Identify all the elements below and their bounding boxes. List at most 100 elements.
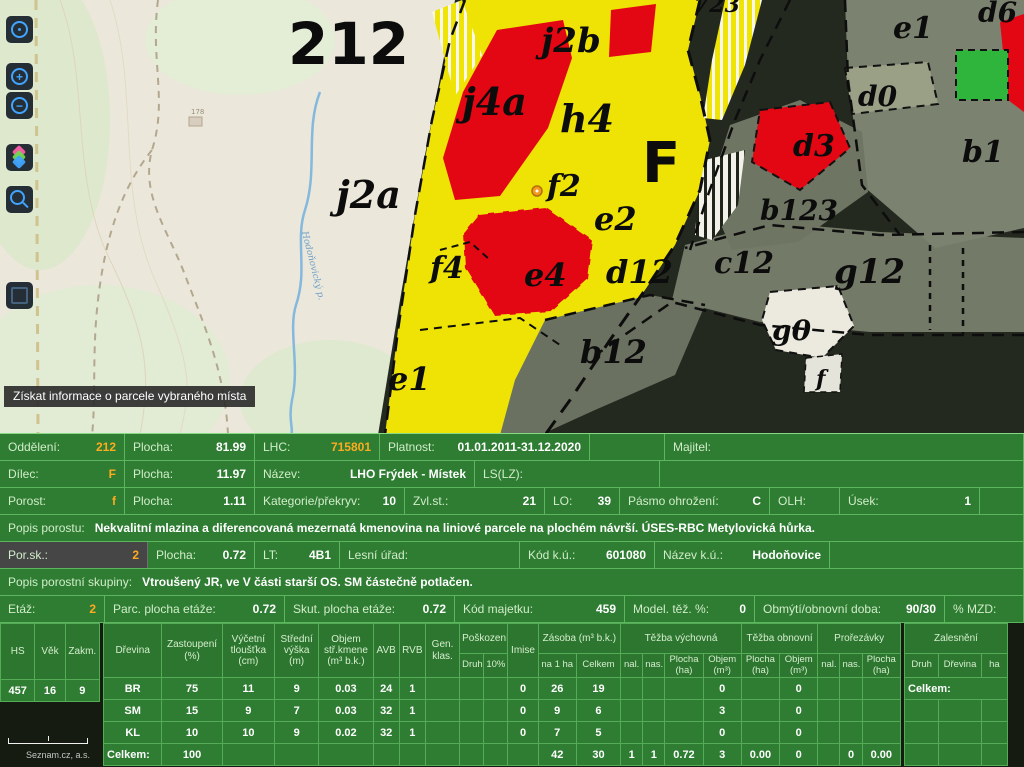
stand-tables: HS Věk Zakm. 457169 Dřevina Zastoupení (… bbox=[0, 623, 1024, 766]
panel-toggle-button[interactable] bbox=[6, 282, 33, 309]
table-cell bbox=[741, 678, 779, 700]
table-cell: SM bbox=[104, 700, 162, 722]
table-cell bbox=[905, 700, 939, 722]
table-cell: 0 bbox=[703, 678, 741, 700]
table-cell bbox=[643, 722, 665, 744]
table-cell bbox=[862, 700, 900, 722]
stand-label: d6 bbox=[978, 0, 1017, 29]
table-cell: 11 bbox=[222, 678, 274, 700]
table-cell: 3 bbox=[703, 700, 741, 722]
table-cell: 75 bbox=[162, 678, 222, 700]
species-table: Dřevina Zastoupení (%) Výčetní tloušťka … bbox=[103, 623, 901, 766]
table-cell: 3 bbox=[703, 744, 741, 766]
col-nal: nal. bbox=[621, 654, 643, 678]
field-lo: LO:39 bbox=[545, 488, 620, 514]
field-olh: OLH: bbox=[770, 488, 840, 514]
stand-label: j4a bbox=[455, 79, 527, 124]
table-cell: 0 bbox=[780, 722, 818, 744]
field-mzd: % MZD: bbox=[945, 596, 1024, 622]
col-hs: HS bbox=[1, 624, 35, 680]
table-cell bbox=[840, 722, 862, 744]
field-platnost: Platnost:01.01.2011-31.12.2020 bbox=[380, 434, 590, 460]
table-cell: 1 bbox=[643, 744, 665, 766]
stand-label: b12 bbox=[580, 333, 647, 371]
col-objem-m3: Objem (m³) bbox=[780, 654, 818, 678]
stand-label: b1 bbox=[962, 135, 1004, 170]
field-obmyti: Obmýtí/obnovní doba:90/30 bbox=[755, 596, 945, 622]
table-cell: KL bbox=[104, 722, 162, 744]
table-cell bbox=[460, 722, 484, 744]
stand-label: d12 bbox=[606, 253, 673, 291]
table-cell: 0.72 bbox=[665, 744, 703, 766]
table-cell: 0 bbox=[780, 678, 818, 700]
field-model-tez: Model. těž. %:0 bbox=[625, 596, 755, 622]
col-vyska: Střední výška (m) bbox=[275, 624, 319, 678]
col-plocha-ha: Plocha (ha) bbox=[741, 654, 779, 678]
map-canvas[interactable]: Hodoňovický p. 178 bbox=[0, 0, 1024, 435]
field-spacer bbox=[660, 461, 1024, 487]
stand-label: d0 bbox=[858, 80, 898, 113]
search-button[interactable] bbox=[6, 186, 33, 213]
field-plocha-dilec: Plocha:11.97 bbox=[125, 461, 255, 487]
stand-label: c12 bbox=[714, 246, 774, 281]
table-cell bbox=[399, 744, 425, 766]
table-cell bbox=[818, 722, 840, 744]
field-dilec: Dílec:F bbox=[0, 461, 125, 487]
col-vek: Věk bbox=[35, 624, 65, 680]
col-plocha-ha: Plocha (ha) bbox=[665, 654, 703, 678]
table-cell bbox=[425, 722, 459, 744]
table-cell bbox=[425, 744, 459, 766]
stand-label: e2 bbox=[594, 200, 637, 238]
zoom-in-button[interactable]: + bbox=[6, 63, 33, 90]
table-cell bbox=[643, 678, 665, 700]
table-cell bbox=[818, 700, 840, 722]
stand-label: j2a bbox=[329, 172, 401, 217]
field-spacer bbox=[830, 542, 1024, 568]
info-panel: Oddělení:212 Plocha:81.99 LHC:715801 Pla… bbox=[0, 433, 1024, 767]
group-poskozeni: Poškození bbox=[460, 624, 508, 654]
table-cell: 10 bbox=[162, 722, 222, 744]
group-zalesneni: Zalesnění bbox=[905, 624, 1008, 654]
table-cell bbox=[818, 744, 840, 766]
col-nas: nas. bbox=[643, 654, 665, 678]
table-cell bbox=[484, 744, 508, 766]
col-tloustka: Výčetní tloušťka (cm) bbox=[222, 624, 274, 678]
zoom-out-button[interactable]: − bbox=[6, 92, 33, 119]
table-cell: 1 bbox=[621, 744, 643, 766]
layers-button[interactable] bbox=[6, 144, 33, 171]
info-row-popis-skupiny: Popis porostní skupiny:Vtroušený JR, ve … bbox=[0, 569, 1024, 596]
hs-table: HS Věk Zakm. 457169 bbox=[0, 623, 100, 702]
stand-label: F bbox=[642, 131, 680, 196]
table-cell: 0.00 bbox=[862, 744, 900, 766]
locate-button[interactable] bbox=[6, 16, 33, 43]
table-cell: 7 bbox=[538, 722, 576, 744]
group-prorezavky: Prořezávky bbox=[818, 624, 901, 654]
group-tezba-obnovni: Těžba obnovní bbox=[741, 624, 817, 654]
field-popis-skupiny: Popis porostní skupiny:Vtroušený JR, ve … bbox=[0, 569, 1024, 595]
field-usek: Úsek:1 bbox=[840, 488, 980, 514]
table-cell bbox=[665, 700, 703, 722]
field-nazev: Název:LHO Frýdek - Místek bbox=[255, 461, 475, 487]
col-zal-druh: Druh bbox=[905, 654, 939, 678]
info-row-etaz: Etáž:2 Parc. plocha etáže:0.72 Skut. plo… bbox=[0, 596, 1024, 623]
col-avb: AVB bbox=[373, 624, 399, 678]
table-cell bbox=[319, 744, 373, 766]
info-row-oddeleni: Oddělení:212 Plocha:81.99 LHC:715801 Pla… bbox=[0, 434, 1024, 461]
field-porsk: Por.sk.:2 bbox=[0, 542, 148, 568]
table-cell bbox=[818, 678, 840, 700]
field-spacer bbox=[590, 434, 665, 460]
table-cell: 1 bbox=[399, 700, 425, 722]
table-cell bbox=[905, 722, 939, 744]
plus-icon: + bbox=[11, 68, 28, 85]
field-nazev-ku: Název k.ú.:Hodoňovice bbox=[655, 542, 830, 568]
table-row: SM15970.0332109630 bbox=[104, 700, 901, 722]
field-lt: LT:4B1 bbox=[255, 542, 340, 568]
table-cell: 9 bbox=[275, 722, 319, 744]
table-cell: 0.03 bbox=[319, 678, 373, 700]
table-cell bbox=[460, 678, 484, 700]
table-cell: 9 bbox=[65, 680, 99, 702]
col-posk-10: 10% bbox=[484, 654, 508, 678]
table-cell: 1 bbox=[399, 722, 425, 744]
col-plocha-ha: Plocha (ha) bbox=[862, 654, 900, 678]
table-cell: 0 bbox=[780, 700, 818, 722]
